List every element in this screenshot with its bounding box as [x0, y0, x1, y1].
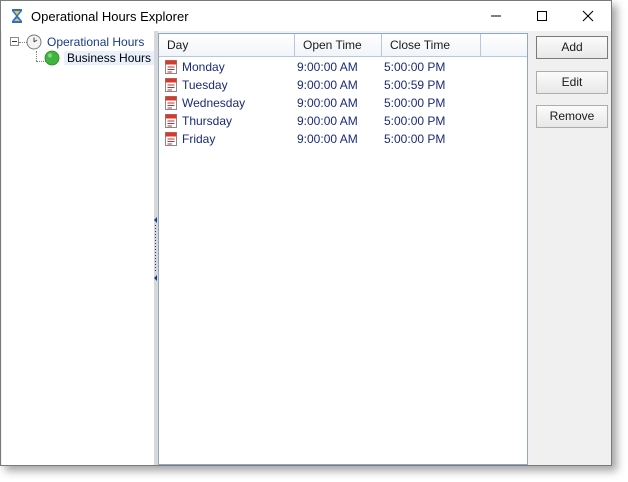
hours-list[interactable]: Day Open Time Close Time Monday 9:00:00 … — [158, 33, 528, 465]
collapse-toggle[interactable] — [10, 37, 19, 46]
minimize-button[interactable] — [473, 1, 519, 31]
app-window: Operational Hours Explorer Operational H… — [0, 0, 612, 466]
list-rows: Monday 9:00:00 AM 5:00:00 PM Tuesday 9:0… — [159, 58, 527, 148]
calendar-icon — [165, 114, 177, 128]
day-cell: Tuesday — [165, 76, 228, 94]
day-cell: Friday — [165, 130, 215, 148]
tree-connector — [36, 51, 37, 61]
list-row[interactable]: Tuesday 9:00:00 AM 5:00:59 PM — [159, 76, 527, 94]
close-time-cell: 5:00:00 PM — [384, 60, 446, 74]
close-time-cell: 5:00:00 PM — [384, 96, 446, 110]
close-button[interactable] — [565, 1, 611, 31]
list-header: Day Open Time Close Time — [159, 34, 527, 57]
minimize-icon — [491, 15, 501, 17]
tree-node-business-hours[interactable]: Business Hours — [44, 50, 155, 66]
day-label: Friday — [182, 132, 216, 146]
open-time-cell: 9:00:00 AM — [297, 78, 358, 92]
day-label: Thursday — [182, 114, 233, 128]
day-label: Monday — [182, 60, 225, 74]
maximize-button[interactable] — [519, 1, 565, 31]
add-button[interactable]: Add — [536, 36, 608, 59]
close-icon — [582, 10, 594, 22]
tree-panel[interactable]: Operational Hours Business Hours — [2, 31, 155, 465]
calendar-icon — [165, 132, 177, 146]
hourglass-icon — [12, 9, 22, 23]
splitter-grip-icon — [154, 217, 157, 281]
column-header-close-time[interactable]: Close Time — [382, 34, 481, 56]
list-row[interactable]: Friday 9:00:00 AM 5:00:00 PM — [159, 130, 527, 148]
maximize-icon — [537, 11, 547, 21]
tree-node-label: Operational Hours — [47, 35, 145, 49]
day-cell: Wednesday — [165, 94, 245, 112]
close-time-cell: 5:00:00 PM — [384, 114, 446, 128]
close-time-cell: 5:00:59 PM — [384, 78, 446, 92]
green-circle-icon — [44, 50, 60, 66]
day-cell: Monday — [165, 58, 225, 76]
tree-node-operational-hours[interactable]: Operational Hours — [26, 34, 144, 50]
list-row[interactable]: Monday 9:00:00 AM 5:00:00 PM — [159, 58, 527, 76]
list-row[interactable]: Thursday 9:00:00 AM 5:00:00 PM — [159, 112, 527, 130]
list-row[interactable]: Wednesday 9:00:00 AM 5:00:00 PM — [159, 94, 527, 112]
open-time-cell: 9:00:00 AM — [297, 114, 358, 128]
calendar-icon — [165, 60, 177, 74]
column-header-day[interactable]: Day — [159, 34, 295, 56]
day-cell: Thursday — [165, 112, 232, 130]
open-time-cell: 9:00:00 AM — [297, 132, 358, 146]
day-label: Wednesday — [182, 96, 246, 110]
title-bar[interactable]: Operational Hours Explorer — [1, 1, 611, 31]
window-title: Operational Hours Explorer — [31, 9, 189, 24]
remove-button[interactable]: Remove — [536, 105, 608, 128]
day-label: Tuesday — [182, 78, 228, 92]
close-time-cell: 5:00:00 PM — [384, 132, 446, 146]
calendar-icon — [165, 78, 177, 92]
clock-icon — [26, 34, 42, 50]
calendar-icon — [165, 96, 177, 110]
column-header-open-time[interactable]: Open Time — [295, 34, 382, 56]
open-time-cell: 9:00:00 AM — [297, 96, 358, 110]
tree-node-label: Business Hours — [64, 51, 155, 65]
edit-button[interactable]: Edit — [536, 71, 608, 94]
open-time-cell: 9:00:00 AM — [297, 60, 358, 74]
